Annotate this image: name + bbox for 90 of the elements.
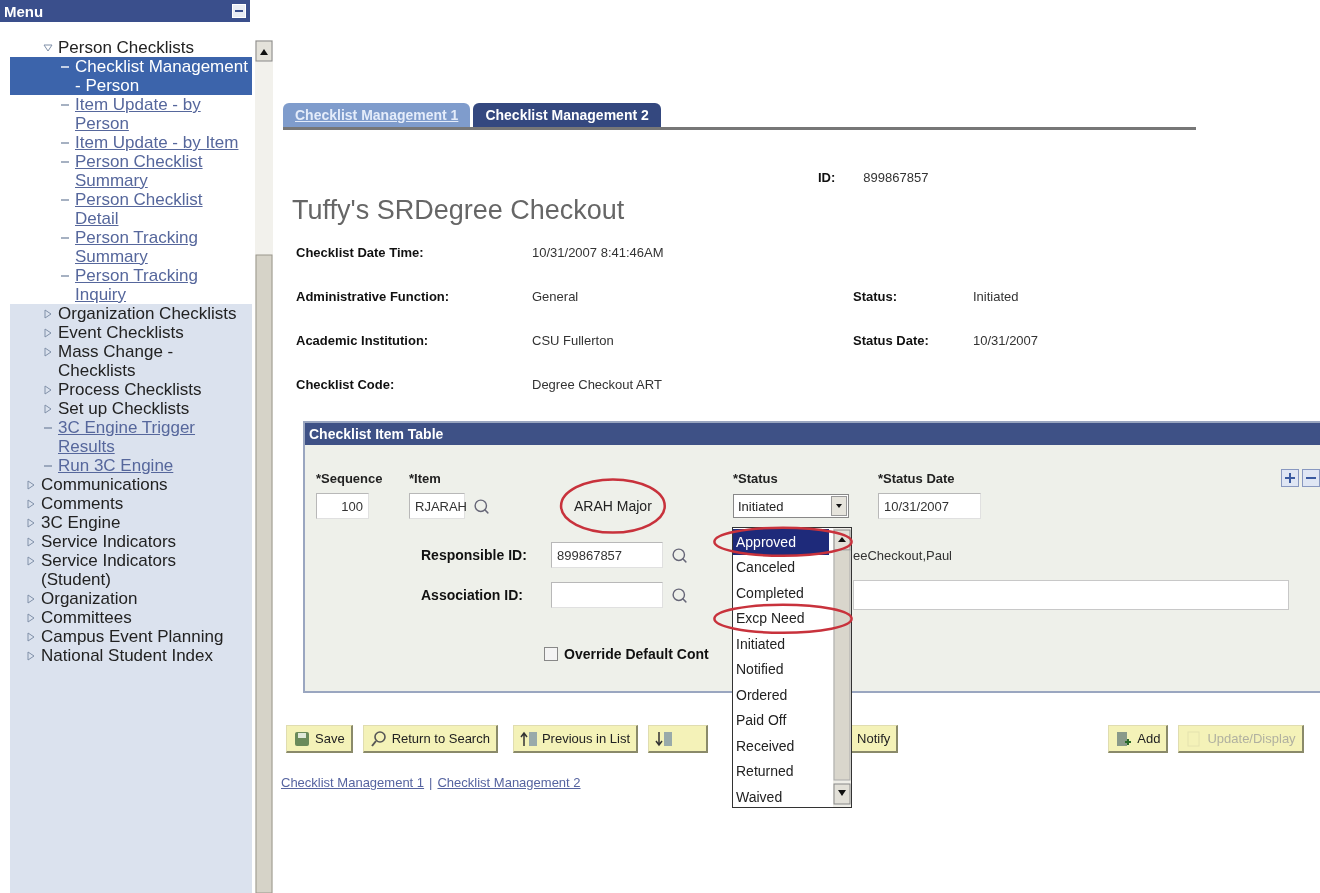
column-header: *Status [733,470,779,486]
dropdown-option[interactable]: Initiated [733,631,829,657]
field-label: Status: [853,288,899,304]
dropdown-scrollbar[interactable] [833,528,851,807]
status-select[interactable]: Initiated [733,494,849,518]
column-header: *Item [409,470,442,486]
responsible-id-field[interactable]: 899867857 [551,542,663,568]
dropdown-option[interactable]: Received [733,733,829,759]
next-button[interactable] [648,725,709,753]
field-value: Initiated [973,288,1020,304]
dropdown-option[interactable]: Ordered [733,682,829,708]
notify-button[interactable]: Notify [850,725,899,753]
search-icon[interactable] [671,586,688,604]
column-header: *Status Date [878,470,955,486]
expanded-triangle-icon[interactable] [43,43,53,53]
menu-link[interactable]: Person Checklist Detail [75,190,248,228]
tab-link[interactable]: Checklist Management 2 [437,775,581,790]
checkbox[interactable] [544,647,558,661]
field-value: Degree Checkout ART [532,376,663,392]
menu-link[interactable]: 3C Engine Trigger Results [58,418,248,456]
menu-folder[interactable]: Comments [41,494,124,513]
tab[interactable]: Checklist Management 2 [473,103,661,127]
field-value: 10/31/2007 8:41:46AM [532,244,665,260]
responsible-name: eeCheckout,Paul [853,547,952,563]
sequence-field[interactable]: 100 [316,493,369,519]
menu-folder[interactable]: National Student Index [41,646,213,665]
id-label: ID: [818,170,836,185]
dropdown-option[interactable]: Notified [733,656,829,682]
menu-link[interactable]: Run 3C Engine [58,456,174,475]
status-date-field[interactable]: 10/31/2007 [878,493,981,519]
field-label: Checklist Date Time: [296,244,425,260]
menu-link[interactable]: Person Tracking Inquiry [75,266,248,304]
page-title: Tuffy's SRDegree Checkout [292,195,626,226]
menu-link[interactable]: Item Update - by Item [75,133,239,152]
association-id-field[interactable] [551,582,663,608]
dropdown-option[interactable]: Approved [733,529,829,555]
field-value: General [532,288,580,304]
search-icon[interactable] [473,497,490,515]
dropdown-option[interactable]: Waived [733,784,829,810]
add-row-icon[interactable] [1281,469,1299,487]
menu-link[interactable]: Person Tracking Summary [75,228,248,266]
menu-folder[interactable]: 3C Engine [41,513,121,532]
field-value: CSU Fullerton [532,332,615,348]
id-value: 899867857 [863,170,929,185]
field-label: Checklist Code: [296,376,396,392]
menu-folder[interactable]: Campus Event Planning [41,627,224,646]
search-button[interactable]: Return to Search [362,725,498,753]
table-title-bar: Checklist Item Table [305,423,1320,445]
field-label: Responsible ID: [421,547,528,563]
menu-folder[interactable]: Event Checklists [58,323,184,342]
menu-folder[interactable]: Service Indicators [41,532,177,551]
arrow-document-icon [655,729,674,748]
menu-folder[interactable]: Organization Checklists [58,304,237,323]
field-label: Administrative Function: [296,288,451,304]
tab-link[interactable]: Checklist Management 1 [281,775,425,790]
menu-folder[interactable]: Mass Change - Checklists [58,342,248,380]
save-button[interactable]: Save [286,725,353,753]
dropdown-option[interactable]: Completed [733,580,829,606]
menu-folder[interactable]: Organization [41,589,138,608]
add-button[interactable]: Add [1108,725,1169,753]
collapse-icon[interactable] [232,4,246,18]
menu-title: Menu [4,2,44,20]
checkbox-label: Override Default Cont [564,646,709,662]
selected-menu-item[interactable]: Checklist Management - Person [10,57,252,95]
field-label: Association ID: [421,587,524,603]
dropdown-option[interactable]: Returned [733,758,829,784]
column-header: *Sequence [316,470,384,486]
menu-folder[interactable]: Committees [41,608,132,627]
field-label: Status Date: [853,332,930,348]
item-description: ARAH Major [574,498,652,514]
menu-folder[interactable]: Process Checklists [58,380,202,399]
field-value: 10/31/2007 [973,332,1040,348]
link-separator: | [429,775,433,790]
item-field[interactable]: RJARAH [409,493,465,519]
menu-link[interactable]: Item Update - by Person [75,95,248,133]
dropdown-option[interactable]: Paid Off [733,707,829,733]
magnifier-icon [369,729,388,748]
dropdown-option[interactable]: Canceled [733,554,829,580]
add-document-icon [1115,729,1134,748]
text-field[interactable] [853,580,1289,610]
menu-folder[interactable]: Set up Checklists [58,399,190,418]
arrow-document-icon [519,729,538,748]
menu-folder[interactable]: Communications [41,475,168,494]
delete-row-icon[interactable] [1302,469,1320,487]
menu-link[interactable]: Person Checklist Summary [75,152,248,190]
menu-folder[interactable]: Service Indicators (Student) [41,551,248,589]
previous-button[interactable]: Previous in List [512,725,639,753]
search-icon[interactable] [671,546,688,564]
field-label: Academic Institution: [296,332,430,348]
menu-folder[interactable]: Person Checklists [58,38,195,57]
